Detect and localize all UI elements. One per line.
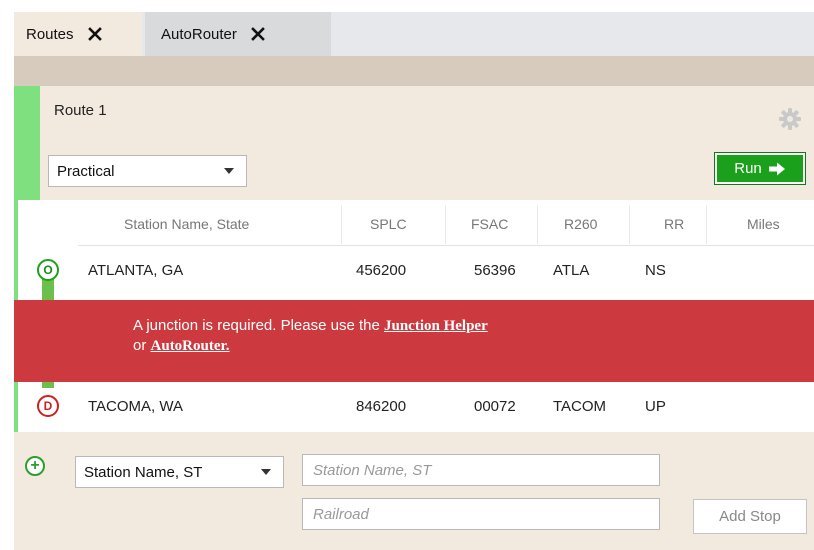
add-stop-icon[interactable]: + — [25, 456, 45, 476]
col-divider — [706, 206, 707, 244]
caret-down-icon — [224, 168, 234, 174]
alert-text: or — [133, 337, 151, 354]
col-header-fsac: FSAC — [471, 216, 509, 232]
close-icon[interactable] — [87, 27, 102, 41]
add-stop-button[interactable]: Add Stop — [693, 499, 807, 534]
row-splc: 846200 — [356, 398, 407, 415]
junction-alert: A junction is required. Please use the J… — [14, 300, 814, 382]
row-fsac: 56396 — [474, 262, 516, 279]
select-value: Station Name, ST — [84, 463, 203, 481]
run-button[interactable]: Run — [714, 152, 806, 185]
col-header-rr: RR — [664, 216, 685, 232]
col-header-r260: R260 — [564, 216, 598, 232]
col-header-station: Station Name, State — [124, 216, 250, 232]
close-icon[interactable] — [251, 27, 265, 41]
row-splc: 456200 — [356, 262, 407, 279]
run-label: Run — [734, 160, 762, 177]
origin-badge: O — [37, 259, 59, 281]
gear-icon[interactable] — [778, 107, 802, 131]
row-r260: ATLA — [553, 262, 590, 279]
stop-type-select[interactable]: Station Name, ST — [75, 456, 284, 488]
row-fsac: 00072 — [474, 398, 516, 415]
row-r260: TACOM — [553, 398, 607, 415]
toolbar-strip — [14, 56, 814, 86]
row-rr: NS — [645, 262, 666, 279]
select-value: Practical — [57, 162, 115, 180]
caret-down-icon — [261, 469, 271, 475]
row-station: TACOMA, WA — [88, 398, 183, 415]
route-status-bar — [14, 86, 40, 200]
tab-routes[interactable]: Routes — [14, 12, 142, 56]
col-divider — [537, 206, 538, 244]
header-divider — [78, 245, 814, 246]
destination-badge: D — [37, 395, 59, 417]
alert-text: A junction is required. Please use the — [133, 317, 384, 334]
col-header-miles: Miles — [747, 216, 780, 232]
input-placeholder: Railroad — [313, 505, 369, 523]
tab-autorouter[interactable]: AutoRouter — [145, 12, 331, 56]
col-divider — [629, 206, 630, 244]
junction-helper-link[interactable]: Junction Helper — [384, 318, 488, 334]
input-placeholder: Station Name, ST — [313, 461, 432, 479]
arrow-right-icon — [768, 162, 785, 175]
routing-mode-select[interactable]: Practical — [48, 155, 247, 187]
col-divider — [445, 206, 446, 244]
col-header-splc: SPLC — [370, 216, 407, 232]
railroad-input[interactable]: Railroad — [302, 498, 660, 530]
tab-bar: Routes AutoRouter — [14, 12, 814, 56]
route-title: Route 1 — [54, 102, 107, 119]
autorouter-link[interactable]: AutoRouter. — [151, 338, 230, 354]
station-name-input[interactable]: Station Name, ST — [302, 454, 660, 486]
tab-label: Routes — [26, 25, 74, 43]
row-rr: UP — [645, 398, 666, 415]
tab-label: AutoRouter — [161, 25, 237, 43]
col-divider — [341, 206, 342, 244]
row-station: ATLANTA, GA — [88, 262, 184, 279]
